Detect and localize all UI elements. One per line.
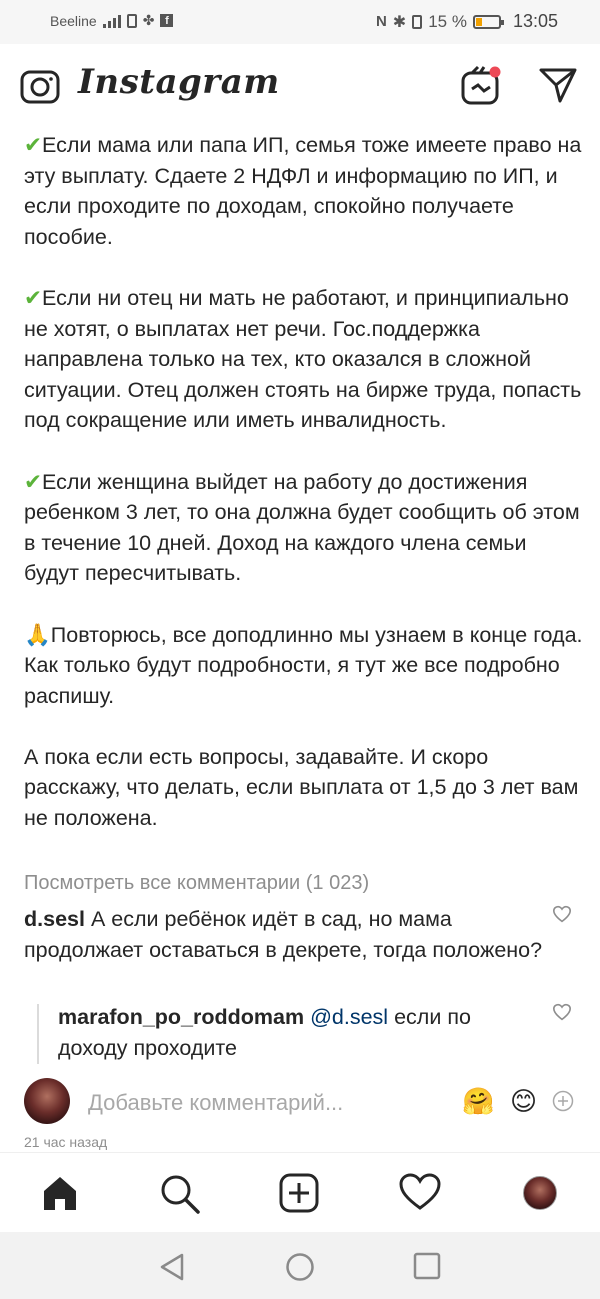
- checkmark-icon: ✔: [24, 469, 43, 494]
- praying-hands-icon: 🙏: [24, 622, 51, 647]
- app-header: Instagram: [0, 44, 600, 128]
- like-reply-heart-icon[interactable]: [552, 1003, 572, 1026]
- avatar: [523, 1176, 557, 1210]
- igtv-icon[interactable]: [460, 64, 502, 111]
- caption-paragraph: 🙏Повторюсь, все доподлинно мы узнаем в к…: [24, 620, 584, 712]
- home-circle-icon[interactable]: [285, 1252, 315, 1287]
- back-icon[interactable]: [158, 1252, 186, 1287]
- status-bar: Beeline ✤ f N ✱ 15 % 13:05: [0, 0, 600, 44]
- search-icon[interactable]: [159, 1173, 201, 1220]
- battery-percent: 15 %: [428, 11, 467, 31]
- recents-icon[interactable]: [413, 1252, 441, 1285]
- comment-item: d.sesl А если ребёнок идёт в сад, но мам…: [24, 904, 544, 965]
- facebook-notification-icon: f: [160, 14, 174, 27]
- caption-text: Если ни отец ни мать не работают, и прин…: [24, 285, 582, 433]
- caption-text: Если мама или папа ИП, семья тоже имеете…: [24, 133, 582, 249]
- clock: 13:05: [512, 11, 558, 31]
- caption-paragraph: ✔Если мама или папа ИП, семья тоже имеет…: [24, 130, 584, 252]
- nfc-icon: N: [375, 13, 387, 30]
- checkmark-icon: ✔: [24, 133, 43, 157]
- caption-text: Повторюсь, все доподлинно мы узнаем в ко…: [24, 622, 583, 708]
- comment-text: А если ребёнок идёт в сад, но мама продо…: [24, 907, 543, 962]
- post-timestamp: 21 час назад: [24, 1134, 108, 1150]
- add-emoji-plus-icon[interactable]: [552, 1090, 574, 1117]
- add-comment-bar: Добавьте комментарий... 🤗 😊: [0, 1074, 600, 1132]
- battery-icon: [472, 14, 504, 29]
- reply-item: marafon_po_roddomam @d.sesl если по дохо…: [58, 1002, 538, 1063]
- instagram-logo: Instagram: [78, 62, 280, 102]
- reply-thread-line: [37, 1004, 39, 1064]
- direct-message-icon[interactable]: [538, 66, 578, 109]
- post-caption: ✔Если мама или папа ИП, семья тоже имеет…: [24, 130, 584, 834]
- reply-mention[interactable]: @d.sesl: [310, 1005, 388, 1029]
- comment-username[interactable]: d.sesl: [24, 907, 85, 931]
- carrier-label: Beeline: [50, 12, 97, 29]
- system-nav-bar: [0, 1232, 600, 1299]
- sim-icon: [126, 13, 137, 28]
- caption-text: А пока если есть вопросы, задавайте. И с…: [24, 744, 579, 831]
- bottom-tab-bar: [0, 1152, 600, 1231]
- smile-emoji-button[interactable]: 😊: [510, 1086, 537, 1117]
- view-all-comments-link[interactable]: Посмотреть все комментарии (1 023): [24, 872, 369, 895]
- checkmark-icon: ✔: [24, 285, 43, 310]
- camera-icon[interactable]: [20, 68, 60, 109]
- avatar: [24, 1078, 70, 1124]
- reply-username[interactable]: marafon_po_roddomam: [58, 1005, 304, 1029]
- activity-heart-icon[interactable]: [399, 1173, 441, 1216]
- vibrate-icon: [412, 14, 423, 29]
- profile-avatar[interactable]: [523, 1176, 557, 1210]
- bluetooth-icon: ✱: [392, 13, 407, 31]
- home-icon[interactable]: [40, 1173, 80, 1218]
- hug-emoji-button[interactable]: 🤗: [462, 1086, 494, 1117]
- add-comment-input[interactable]: Добавьте комментарий...: [88, 1090, 343, 1116]
- app-notification-icon: ✤: [142, 12, 155, 28]
- like-comment-heart-icon[interactable]: [552, 905, 572, 928]
- caption-paragraph: ✔Если женщина выйдет на работу до достиж…: [24, 467, 584, 589]
- signal-icon: [102, 14, 121, 28]
- new-post-icon[interactable]: [279, 1173, 319, 1218]
- caption-text: Если женщина выйдет на работу до достиже…: [24, 469, 580, 586]
- caption-paragraph: ✔Если ни отец ни мать не работают, и при…: [24, 283, 584, 436]
- caption-paragraph: А пока если есть вопросы, задавайте. И с…: [24, 742, 584, 834]
